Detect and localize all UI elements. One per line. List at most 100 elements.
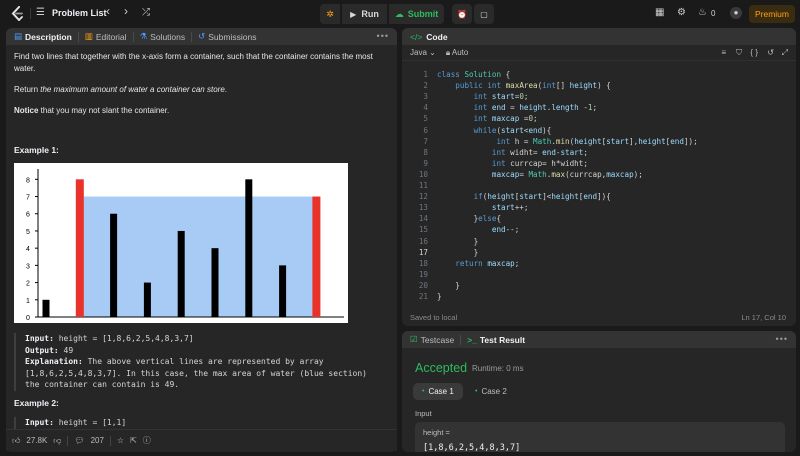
chevron-right-icon[interactable]: › (124, 5, 128, 17)
format-braces-icon[interactable]: { } (750, 48, 758, 57)
tab-solutions[interactable]: ⚗ Solutions (140, 31, 186, 42)
description-tabs: ▤ Description ▥ Editorial ⚗ Solutions ↺ … (6, 28, 397, 45)
divider (191, 31, 193, 42)
code-text: int maxcap =0; (473, 114, 538, 124)
tab-description[interactable]: ▤ Description (14, 31, 72, 42)
checkbox-icon: ☑ (410, 334, 418, 344)
play-icon: ▶ (350, 9, 357, 19)
line-number: 16 (418, 236, 428, 246)
divider (460, 334, 462, 345)
document-icon: ▤ (14, 31, 23, 41)
y-tick-label: 8 (26, 177, 30, 184)
bar (110, 213, 118, 317)
highlight-bar (75, 179, 84, 317)
leetcode-logo-icon[interactable] (10, 6, 24, 21)
fullscreen-icon[interactable]: ⤢ (782, 48, 788, 58)
example-1-block: Input: height = [1,8,6,2,5,4,8,3,7] Outp… (14, 333, 386, 391)
code-text: class Solution { (437, 70, 511, 79)
help-icon[interactable]: ⓘ (143, 435, 151, 446)
code-text: int widht= end-start; (491, 147, 588, 157)
submit-button[interactable]: ☁ Submit (389, 4, 444, 24)
star-icon[interactable]: ☆ (117, 436, 124, 445)
line-number: 15 (418, 225, 428, 235)
terminal-icon: >_ (467, 334, 477, 345)
case-label: Case 1 (428, 387, 454, 396)
problem-list-link[interactable]: Problem List (52, 8, 107, 18)
code-text: }else{ (437, 214, 502, 224)
case-label: Case 2 (481, 387, 507, 396)
description-paragraph: Find two lines that together with the x-… (14, 52, 373, 73)
tab-testcase[interactable]: ☑ Testcase (410, 334, 454, 345)
code-panel: </> Code Java ⌄ 🔒︎ Auto ≡ ⛉ { } ↺ ⤢ 1 cla… (402, 28, 796, 326)
code-text: if(height[start]<height[end]){ (473, 192, 611, 202)
debug-button[interactable]: ✲ (320, 4, 340, 24)
param-name: height = (423, 428, 450, 437)
tab-label: Description (25, 31, 72, 42)
thumbs-up-icon[interactable]: 👍︎ (12, 436, 20, 446)
code-editor[interactable]: 1 class Solution {2 public int maxArea(in… (402, 66, 796, 306)
list-icon[interactable]: ≡ (721, 48, 726, 57)
gear-icon[interactable]: ⚙ (677, 7, 686, 19)
more-options-icon[interactable]: ••• (776, 334, 788, 344)
comment-count: 207 (90, 436, 104, 445)
description-paragraph: Notice that you may not slant the contai… (14, 105, 394, 117)
more-options-icon[interactable]: ••• (377, 31, 389, 41)
divider (109, 435, 111, 446)
input-value: height = [1,8,6,2,5,4,8,3,7] (53, 334, 194, 343)
lock-icon: 🔒︎ (445, 47, 451, 57)
code-text: } (437, 247, 479, 257)
tab-test-result[interactable]: >_ Test Result (467, 335, 525, 345)
shuffle-icon[interactable]: ⤮ (142, 7, 150, 19)
line-number: 21 (418, 292, 428, 301)
highlight-bar (312, 196, 321, 317)
tab-editorial[interactable]: ▥ Editorial (85, 31, 127, 42)
tab-submissions[interactable]: ↺ Submissions (198, 31, 256, 42)
reset-icon[interactable]: ↺ (767, 48, 774, 57)
comment-icon[interactable]: 💬︎ (74, 436, 84, 445)
line-number: 4 (423, 103, 428, 113)
bookmark-icon[interactable]: ⛉ (736, 48, 742, 58)
alarm-icon: ⏰ (457, 9, 467, 19)
code-title: Code (426, 31, 448, 42)
timer-button[interactable]: ⏰ (452, 4, 472, 24)
output-value: 49 (58, 345, 74, 355)
emphasis-text: the maximum amount of water a container … (40, 85, 225, 94)
line-number: 7 (423, 136, 428, 146)
thumbs-down-icon[interactable]: 👎︎ (53, 436, 61, 446)
divider (67, 435, 69, 446)
layout-grid-icon[interactable]: ▦ (655, 7, 664, 19)
like-count: 27.8K (26, 436, 48, 445)
line-number: 17 (418, 247, 428, 257)
auto-mode[interactable]: 🔒︎ Auto (446, 48, 469, 58)
case-1-tab[interactable]: • Case 1 (413, 383, 463, 400)
result-tabs: ☑ Testcase >_ Test Result ••• (402, 331, 796, 348)
language-label: Java (410, 48, 427, 57)
premium-button[interactable]: Premium (749, 5, 795, 23)
example-explanation: Explanation: The above vertical lines ar… (25, 356, 386, 391)
case-2-tab[interactable]: • Case 2 (466, 383, 516, 400)
divider (30, 8, 31, 19)
code-text: int end = height.length -1; (473, 103, 598, 113)
input-label: Input: (25, 334, 54, 343)
chevron-left-icon[interactable]: ‹ (106, 5, 110, 17)
code-text: return maxcap; (455, 258, 520, 268)
avatar[interactable]: ● (730, 7, 742, 19)
line-number: 12 (418, 192, 428, 202)
language-select[interactable]: Java ⌄ (410, 48, 436, 57)
example-1-title: Example 1: (14, 145, 59, 155)
bar (42, 299, 50, 317)
fire-icon[interactable]: ♨ (698, 7, 707, 19)
problem-list-icon[interactable]: ☰ (36, 7, 45, 19)
share-icon[interactable]: ⇱ (130, 436, 137, 445)
line-number: 10 (418, 169, 428, 179)
submit-label: Submit (407, 9, 439, 19)
bug-icon: ✲ (326, 8, 334, 19)
bar (211, 248, 219, 317)
bar (245, 179, 253, 317)
notes-button[interactable]: ▢ (474, 4, 494, 24)
input-label: Input: (25, 418, 54, 427)
book-icon: ▥ (84, 31, 93, 41)
run-button[interactable]: ▶ Run (342, 4, 387, 24)
y-tick-label: 1 (26, 298, 30, 305)
tab-label: Testcase (420, 334, 455, 345)
